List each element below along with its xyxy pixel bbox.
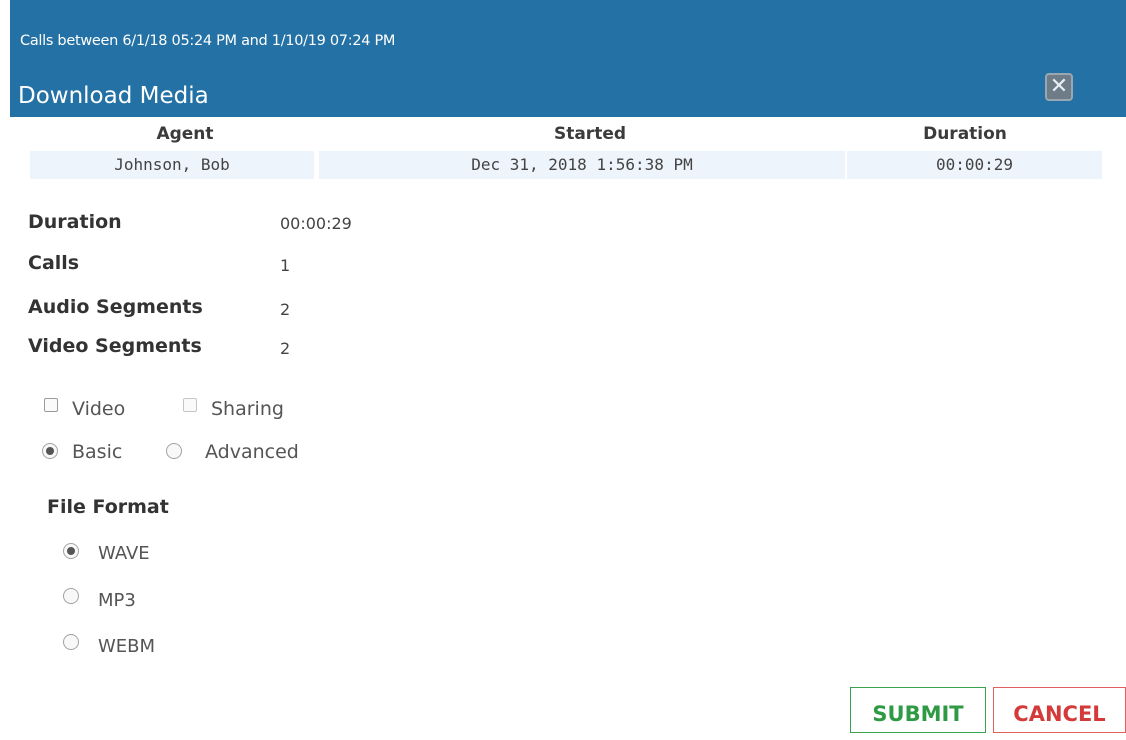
duration-value: 00:00:29 [280, 214, 352, 233]
webm-radio-label[interactable]: WEBM [98, 636, 155, 657]
video-checkbox-label[interactable]: Video [72, 398, 125, 420]
duration-label: Duration [28, 211, 122, 233]
basic-radio-label[interactable]: Basic [72, 441, 122, 463]
wave-radio[interactable] [63, 543, 79, 559]
date-range-text: Calls between 6/1/18 05:24 PM and 1/10/1… [20, 33, 396, 49]
calls-label: Calls [28, 252, 80, 274]
mp3-radio-label[interactable]: MP3 [98, 590, 136, 611]
webm-radio[interactable] [63, 634, 79, 650]
download-media-dialog: Calls between 6/1/18 05:24 PM and 1/10/1… [10, 0, 1126, 733]
dialog-title: Download Media [18, 83, 209, 109]
column-header-started: Started [553, 124, 627, 144]
file-format-heading: File Format [47, 496, 169, 518]
mp3-radio[interactable] [63, 588, 79, 604]
audio-segments-value: 2 [280, 300, 291, 319]
advanced-radio-label[interactable]: Advanced [205, 441, 299, 463]
table-cell-duration: 00:00:29 [847, 151, 1102, 179]
wave-radio-label[interactable]: WAVE [98, 543, 150, 564]
close-icon[interactable]: ✕ [1045, 73, 1073, 101]
cancel-button[interactable]: CANCEL [993, 687, 1126, 733]
submit-button[interactable]: SUBMIT [850, 687, 986, 733]
video-segments-value: 2 [280, 339, 291, 358]
calls-value: 1 [280, 256, 291, 275]
basic-radio[interactable] [42, 443, 58, 459]
sharing-checkbox[interactable] [183, 398, 197, 412]
column-header-duration: Duration [923, 124, 1007, 144]
video-segments-label: Video Segments [28, 335, 202, 357]
audio-segments-label: Audio Segments [28, 296, 203, 318]
dialog-header: Calls between 6/1/18 05:24 PM and 1/10/1… [10, 0, 1126, 117]
advanced-radio[interactable] [166, 443, 182, 459]
table-cell-agent: Johnson, Bob [30, 151, 314, 179]
sharing-checkbox-label[interactable]: Sharing [211, 398, 284, 420]
column-header-agent: Agent [156, 124, 214, 144]
table-cell-started: Dec 31, 2018 1:56:38 PM [319, 151, 845, 179]
video-checkbox[interactable] [44, 398, 58, 412]
